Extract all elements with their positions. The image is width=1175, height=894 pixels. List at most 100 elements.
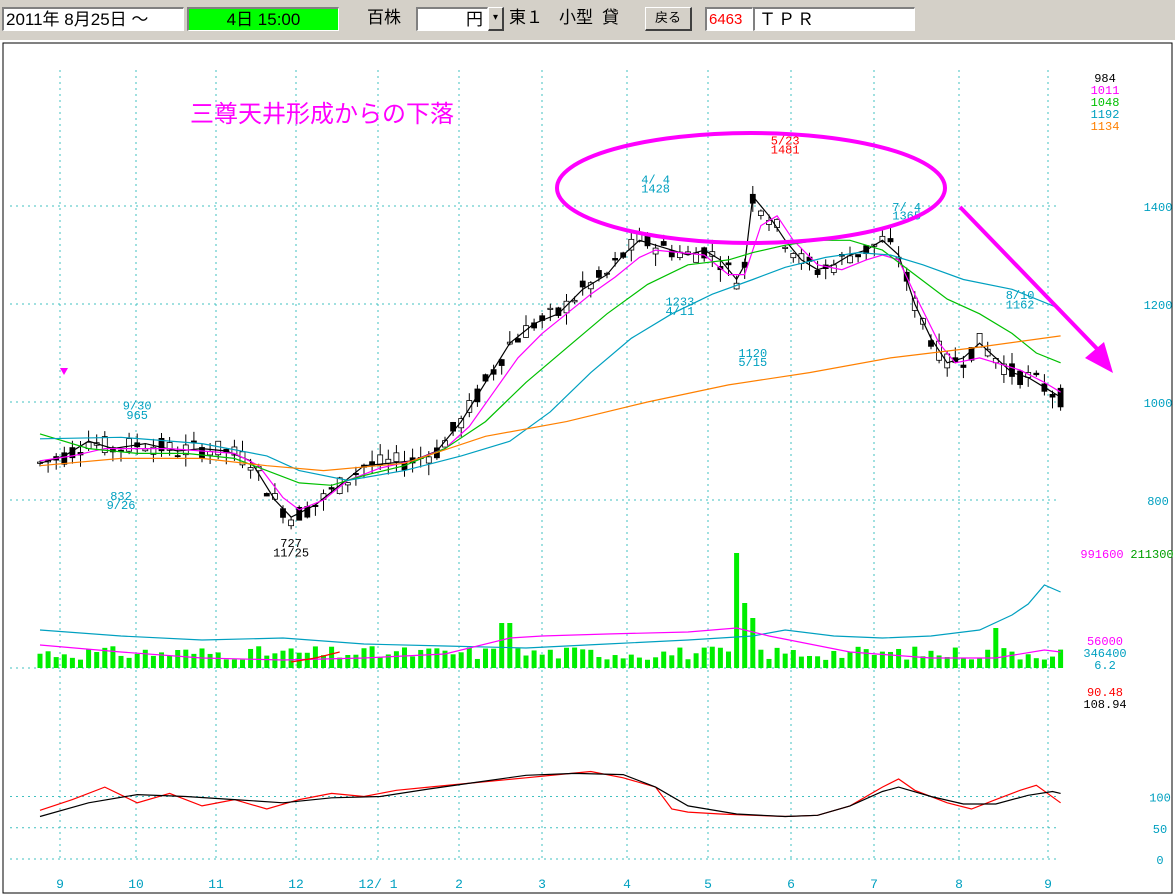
price-annotation: 1428 bbox=[641, 182, 670, 196]
period-field[interactable]: 4日 15:00 bbox=[187, 7, 339, 31]
x-tick-label: 3 bbox=[538, 877, 546, 892]
volume-bar bbox=[928, 650, 934, 668]
x-tick-label: 7 bbox=[870, 877, 878, 892]
size-label: 小型 bbox=[557, 7, 599, 31]
volume-bar bbox=[45, 651, 51, 668]
volume-bar bbox=[393, 651, 399, 668]
candle-body bbox=[660, 241, 667, 246]
volume-bar bbox=[944, 657, 950, 668]
volume-bar bbox=[588, 649, 594, 668]
volume-bar bbox=[280, 650, 286, 668]
candle-body bbox=[782, 246, 789, 249]
volume-bar bbox=[53, 657, 59, 668]
volume-readout: 211300 bbox=[1130, 548, 1173, 562]
volume-bar bbox=[977, 657, 983, 668]
volume-bar bbox=[993, 628, 999, 668]
volume-bar bbox=[750, 618, 756, 668]
volume-bar bbox=[1025, 654, 1031, 668]
volume-bar bbox=[701, 647, 707, 668]
volume-bar bbox=[345, 654, 351, 668]
volume-bar bbox=[969, 659, 974, 668]
candle-body bbox=[174, 455, 181, 458]
volume-bar bbox=[572, 647, 578, 668]
candle-body bbox=[1009, 363, 1015, 377]
volume-bar bbox=[815, 656, 821, 668]
candle-body bbox=[498, 359, 505, 366]
series-line-short-ma bbox=[39, 194, 1061, 518]
x-tick-label: 8 bbox=[955, 877, 963, 892]
volume-bar bbox=[175, 650, 181, 668]
back-button[interactable]: 戻る bbox=[645, 7, 692, 31]
volume-bar bbox=[636, 657, 642, 668]
volume-bar bbox=[118, 655, 124, 668]
osc-tick-label: 100 bbox=[1149, 792, 1171, 806]
osc-tick-label: 50 bbox=[1153, 823, 1167, 837]
candle-body bbox=[288, 519, 295, 527]
chart-area[interactable]: 9 10 11 12 12/ 1 2 3 4 5 6 7 8 9 1400 1200 1000 800 984 10… bbox=[0, 40, 1175, 894]
volume-bar bbox=[628, 654, 634, 668]
volume-bar bbox=[531, 650, 537, 668]
volume-bar bbox=[264, 655, 270, 668]
x-tick-label: 9 bbox=[1044, 877, 1052, 892]
volume-bar bbox=[450, 654, 456, 668]
volume-bar bbox=[142, 649, 148, 668]
candles bbox=[37, 185, 1064, 530]
pattern-ellipse bbox=[555, 131, 947, 245]
candle-body bbox=[344, 482, 351, 486]
volume-bar bbox=[766, 658, 772, 668]
volume-bar bbox=[167, 655, 173, 668]
stock-code-field[interactable]: 6463 bbox=[705, 7, 753, 31]
currency-select[interactable]: 円 bbox=[416, 7, 488, 31]
volume-bar bbox=[248, 648, 254, 668]
candle-body bbox=[126, 438, 132, 452]
osc-line-slow bbox=[39, 772, 1061, 818]
volume-bar bbox=[61, 654, 67, 668]
candle-body bbox=[190, 440, 197, 443]
stock-chart: 9 10 11 12 12/ 1 2 3 4 5 6 7 8 914001200100080098410… bbox=[2, 42, 1174, 894]
volume-bar bbox=[515, 648, 521, 668]
chevron-down-icon[interactable]: ▾ bbox=[488, 7, 504, 31]
x-tick-label: 11 bbox=[208, 877, 224, 892]
volume-bar bbox=[871, 654, 877, 668]
volume-readout: 991600 bbox=[1080, 548, 1123, 562]
volume-bar bbox=[863, 649, 869, 668]
date-from-field[interactable]: 2011年 8月25日 ～ bbox=[2, 7, 184, 31]
candle-body bbox=[725, 262, 732, 266]
volume-bar bbox=[936, 655, 942, 668]
volume-bar bbox=[896, 648, 902, 668]
x-tick-label: 5 bbox=[704, 877, 712, 892]
candle-body bbox=[1049, 393, 1056, 398]
volume-bar bbox=[831, 650, 837, 668]
volume-bar bbox=[774, 647, 780, 668]
volume-bar bbox=[855, 646, 861, 668]
volume-bar bbox=[1009, 651, 1015, 668]
volume-bar bbox=[272, 653, 278, 668]
volume-bar bbox=[110, 646, 116, 668]
volume-bar bbox=[539, 654, 545, 668]
candle-body bbox=[328, 487, 335, 490]
candle-body bbox=[847, 255, 853, 264]
volume-bar bbox=[985, 649, 991, 668]
volume-bar bbox=[798, 656, 804, 668]
volume-bar bbox=[240, 659, 245, 668]
volume-bar bbox=[1001, 648, 1007, 668]
volume-bar bbox=[474, 658, 480, 668]
volume-bar bbox=[94, 652, 100, 668]
volume-bar bbox=[580, 649, 586, 668]
candle-body bbox=[547, 307, 554, 310]
volume-bar bbox=[904, 659, 910, 668]
volume-bar bbox=[960, 658, 966, 668]
volume-bar bbox=[620, 658, 626, 668]
x-tick-label: 12 bbox=[288, 877, 304, 892]
volume-bar bbox=[329, 646, 335, 668]
volume-bar bbox=[426, 648, 432, 668]
market-label: 東１ bbox=[507, 7, 557, 31]
volume-bar bbox=[256, 646, 262, 668]
candle-body bbox=[263, 493, 270, 497]
price-annotation: 965 bbox=[126, 409, 148, 423]
candle-body bbox=[515, 338, 521, 343]
volume-bar bbox=[645, 659, 650, 668]
volume-line bbox=[39, 584, 1061, 649]
volume-bar bbox=[564, 647, 569, 668]
volume-bars bbox=[37, 553, 1064, 668]
